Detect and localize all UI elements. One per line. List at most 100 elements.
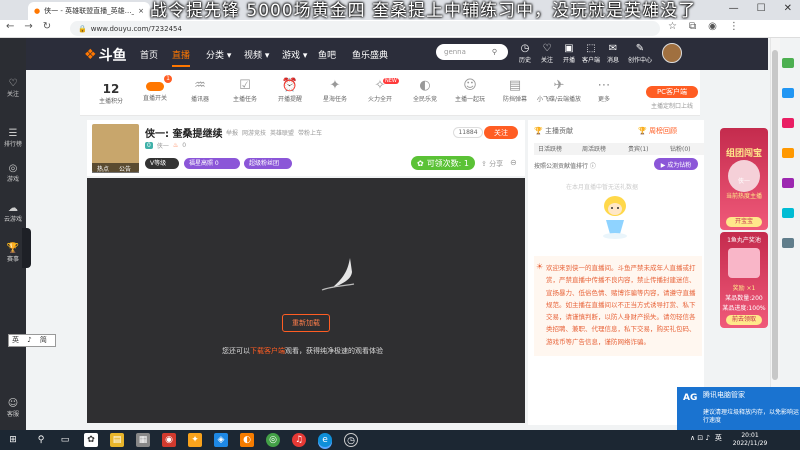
ranking-info[interactable]: 按照公测贡献值排行 ⓘ <box>534 161 596 170</box>
search-icon[interactable]: ⚲ <box>34 433 48 447</box>
side-extension-icon[interactable] <box>782 88 794 98</box>
side-extension-icon[interactable] <box>782 58 794 68</box>
sidebar-item-cloud-game[interactable]: ☁ 云游戏 <box>0 203 26 223</box>
more-button[interactable]: ⊖ <box>510 158 517 167</box>
reload-icon[interactable]: ↻ <box>43 21 51 32</box>
video-player[interactable] <box>87 178 525 423</box>
sidebar-item-game[interactable]: ◎ 游戏 <box>0 163 26 183</box>
ime-indicator[interactable]: 英 ♪ 简 <box>8 334 56 347</box>
netease-music-icon[interactable]: ♫ <box>292 433 306 447</box>
side-extension-icon[interactable] <box>782 238 794 248</box>
taskbar-clock[interactable]: 20:01 2022/11/29 <box>720 432 780 448</box>
tab-weekly-review[interactable]: 🏆 周榜回顾 <box>638 126 677 136</box>
search-input[interactable]: genna ⚲ <box>436 44 508 60</box>
header-messages[interactable]: ✉ 消息 <box>602 43 624 64</box>
subtab-weekly[interactable]: 周活跃榜 <box>582 144 606 153</box>
task-view-icon[interactable]: ▭ <box>58 433 72 447</box>
header-broadcast[interactable]: ▣ 开播 <box>558 43 580 64</box>
windows-start-icon[interactable]: ⊞ <box>6 433 20 447</box>
toolbar-live-switch[interactable]: 直播开关 <box>135 93 175 102</box>
edge-browser-icon[interactable]: e <box>318 433 332 447</box>
become-diamond-fan-button[interactable]: ▶ 成为钻粉 <box>654 158 698 170</box>
app-icon[interactable]: ◉ <box>162 433 176 447</box>
treasure-widget[interactable]: 组团闯宝 侠一 当前热度主播 开宝宝 <box>720 128 768 230</box>
nav-festival[interactable]: 鱼乐盛典 <box>352 48 388 61</box>
app-icon[interactable]: ◎ <box>266 433 280 447</box>
header-follow[interactable]: ♡ 关注 <box>536 43 558 64</box>
category-link[interactable]: 网游竞技 <box>242 128 266 137</box>
toolbar-reminder[interactable]: ⏰ 开播提醒 <box>270 78 310 103</box>
claim-prize-button[interactable]: 前去领取 <box>726 315 762 325</box>
header-history[interactable]: ◷ 历史 <box>514 43 536 64</box>
prize-pool-widget[interactable]: 1鱼丸产奖池 奖励 ×1 某品数量:200 某品进度:100% 前去领取 <box>720 232 768 328</box>
system-popup[interactable]: AG 腾讯电脑管家 建议清理垃圾释放内存，以免影响运行速度 <box>677 387 800 430</box>
side-extension-icon[interactable] <box>782 148 794 158</box>
toolbar-danmaku-guard[interactable]: ▤ 防挡弹幕 <box>495 78 535 103</box>
toolbar-quiz[interactable]: ◐ 全民乐竞 <box>405 78 445 103</box>
streamer-name[interactable]: 侠一 <box>157 141 169 150</box>
toolbar-broadcaster[interactable]: ♒ 播讯器 <box>180 78 220 103</box>
scrollbar-thumb[interactable] <box>772 50 778 380</box>
header-creator[interactable]: ✎ 创作中心 <box>626 43 654 64</box>
thumb-tag[interactable]: 热点 <box>97 164 109 173</box>
close-icon[interactable]: × <box>138 7 144 15</box>
live-toggle[interactable] <box>146 82 164 91</box>
claim-button[interactable]: ✿ 可领次数: 1 <box>411 156 475 170</box>
fan-club-pill[interactable]: 超级粉丝团 <box>244 158 292 169</box>
profile-icon[interactable]: ◉ <box>708 21 717 32</box>
tag-link[interactable]: 带粉上车 <box>298 128 322 137</box>
close-window-button[interactable]: ✕ <box>784 3 792 14</box>
nav-live[interactable]: 直播 <box>172 48 190 61</box>
subtab-diamond[interactable]: 钻粉(0) <box>670 144 691 153</box>
subtab-daily[interactable]: 日活跃榜 <box>538 144 562 153</box>
vip-level-pill[interactable]: V等级 <box>145 158 179 169</box>
reload-button[interactable]: 重新加载 <box>282 314 330 332</box>
tab-contribution[interactable]: 🏆 主播贡献 <box>534 126 573 136</box>
app-icon[interactable]: ◈ <box>214 433 228 447</box>
side-extension-icon[interactable] <box>782 178 794 188</box>
download-client-link[interactable]: 下载客户端 <box>250 347 285 355</box>
toolbar-star-tasks[interactable]: ✦ 星海任务 <box>315 78 355 103</box>
back-icon[interactable]: ← <box>6 21 14 32</box>
app-icon[interactable]: ◐ <box>240 433 254 447</box>
nav-game[interactable]: 游戏 ▾ <box>282 48 307 61</box>
avatar[interactable] <box>662 43 682 63</box>
maximize-button[interactable]: ☐ <box>757 3 766 14</box>
toolbar-play-together[interactable]: ☺ 主播一起玩 <box>450 78 490 103</box>
sidebar-item-follow[interactable]: ♡ 关注 <box>0 78 26 98</box>
minimize-button[interactable]: — <box>729 3 739 14</box>
toolbar-tasks[interactable]: ☑ 主播任务 <box>225 78 265 103</box>
subtab-vip[interactable]: 贵宾(1) <box>628 144 649 153</box>
share-button[interactable]: ⇪ 分享 <box>481 159 503 169</box>
star-icon[interactable]: ☆ <box>668 21 677 32</box>
open-treasure-button[interactable]: 开宝宝 <box>726 217 762 227</box>
nav-category[interactable]: 分类 ▾ <box>206 48 231 61</box>
header-client[interactable]: ⬚ 客户端 <box>580 43 602 64</box>
side-extension-icon[interactable] <box>782 118 794 128</box>
toolbar-ufo[interactable]: ✈ 小飞碟/云端播放 <box>534 78 584 103</box>
search-icon[interactable]: ⚲ <box>492 48 497 56</box>
nav-fishbar[interactable]: 鱼吧 <box>318 48 336 61</box>
sidebar-collapse-handle[interactable] <box>22 228 31 268</box>
report-link[interactable]: 举报 <box>226 128 238 137</box>
category-link[interactable]: 英雄联盟 <box>270 128 294 137</box>
browser-tab[interactable]: ● 侠一 - 英雄联盟直播_英雄…_斗鱼 × <box>28 2 150 20</box>
folder-icon[interactable]: ▤ <box>110 433 124 447</box>
toolbar-more[interactable]: ⋯ 更多 <box>584 78 624 103</box>
anchor-level[interactable]: 12 主播积分 <box>92 82 130 105</box>
nav-home[interactable]: 首页 <box>140 48 158 61</box>
pc-client-button[interactable]: PC客户端 <box>646 86 698 98</box>
url-bar[interactable]: 🔒 www.douyu.com/7232454 <box>70 21 660 36</box>
app-icon[interactable]: ✦ <box>188 433 202 447</box>
extensions-icon[interactable]: ⧉ <box>689 21 696 32</box>
nav-video[interactable]: 视频 ▾ <box>244 48 269 61</box>
app-icon[interactable]: ▦ <box>136 433 150 447</box>
follow-button[interactable]: 关注 <box>484 126 518 139</box>
tray-icons[interactable]: ∧ ⊡ ♪ <box>690 434 710 442</box>
app-icon[interactable]: ✿ <box>84 433 98 447</box>
thumb-tag[interactable]: 公告 <box>119 164 131 173</box>
side-extension-icon[interactable] <box>782 208 794 218</box>
menu-icon[interactable]: ⋮ <box>729 21 739 32</box>
sidebar-item-rank[interactable]: ☰ 排行榜 <box>0 128 26 148</box>
sidebar-item-service[interactable]: ☺ 客服 <box>0 398 26 418</box>
